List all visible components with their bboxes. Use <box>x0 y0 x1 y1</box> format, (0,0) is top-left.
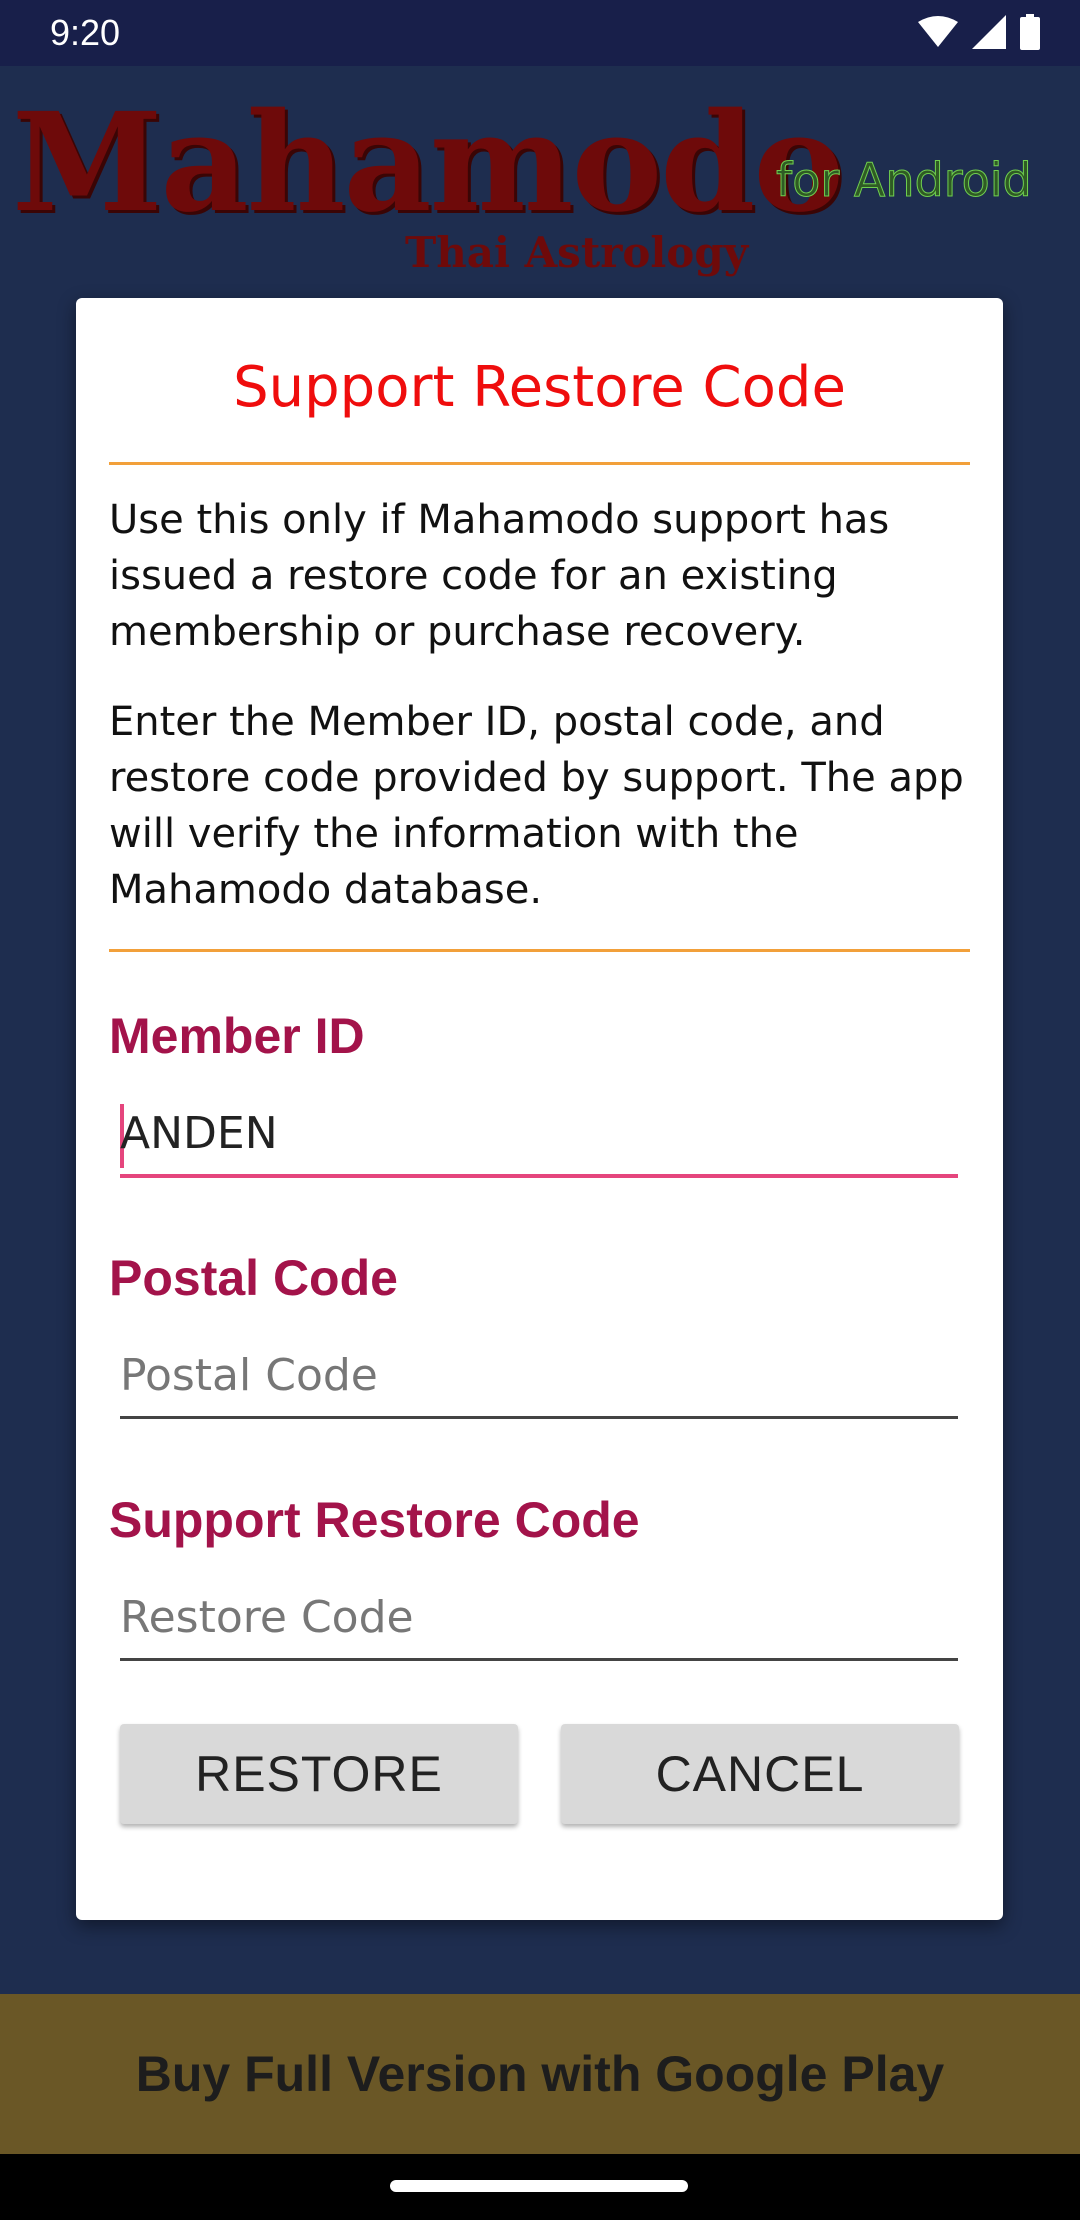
wifi-icon <box>918 16 958 47</box>
banner-label: Buy Full Version with Google Play <box>135 2046 945 2102</box>
content-divider <box>109 949 970 952</box>
title-divider <box>109 462 970 465</box>
member-id-input[interactable] <box>120 1098 950 1168</box>
cell-signal-icon <box>972 15 1006 49</box>
dialog-title: Support Restore Code <box>233 355 846 420</box>
battery-icon <box>1020 14 1040 50</box>
system-navigation-bar <box>0 2154 1080 2220</box>
postal-code-input[interactable] <box>120 1340 950 1410</box>
status-bar: 9:20 <box>0 0 1080 66</box>
member-id-field[interactable] <box>120 1092 958 1178</box>
restore-code-label: Support Restore Code <box>109 1492 640 1548</box>
restore-code-input[interactable] <box>120 1582 950 1652</box>
home-gesture-handle[interactable] <box>390 2180 688 2192</box>
postal-code-label: Postal Code <box>109 1250 398 1306</box>
status-icons <box>918 14 1040 50</box>
postal-code-field[interactable] <box>120 1334 958 1419</box>
cancel-button[interactable]: CANCEL <box>561 1724 959 1824</box>
member-id-label: Member ID <box>109 1008 365 1064</box>
dialog-paragraph-1: Use this only if Mahamodo support has is… <box>109 497 890 655</box>
restore-code-dialog: Support Restore Code Use this only if Ma… <box>76 298 1003 1920</box>
buy-full-version-banner[interactable]: Buy Full Version with Google Play <box>0 1994 1080 2154</box>
restore-code-field[interactable] <box>120 1576 958 1661</box>
dialog-paragraph-2: Enter the Member ID, postal code, and re… <box>109 699 964 913</box>
status-time: 9:20 <box>50 12 121 53</box>
restore-button[interactable]: RESTORE <box>120 1724 518 1824</box>
